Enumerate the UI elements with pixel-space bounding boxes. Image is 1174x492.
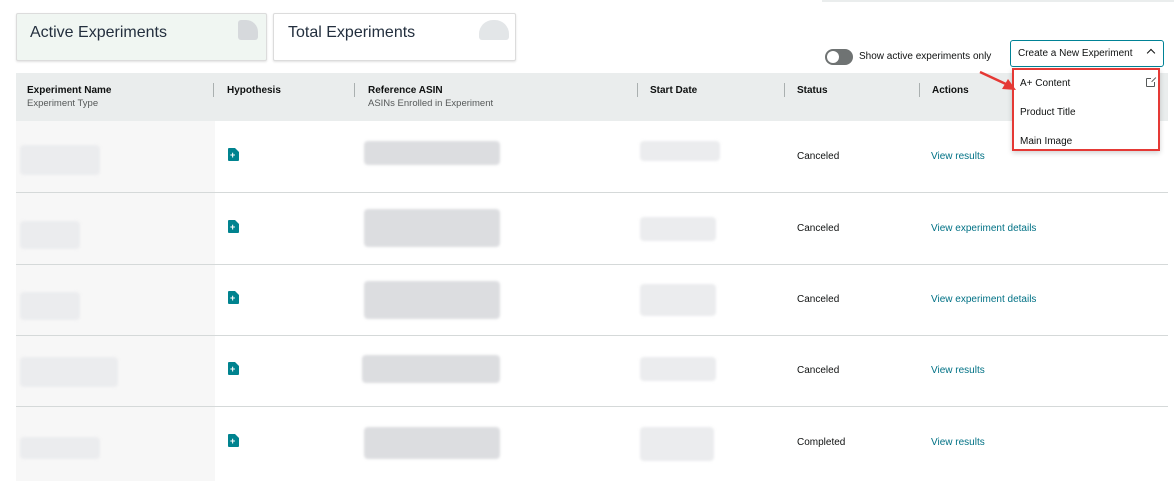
add-hypothesis-icon[interactable]: +: [228, 148, 239, 161]
table-row: + Canceled View results: [16, 335, 1168, 407]
redacted-date: [640, 217, 716, 241]
card-graphic-icon: [238, 20, 258, 40]
header-actions: Actions: [932, 85, 969, 96]
header-actions-label: Actions: [932, 85, 969, 96]
toggle-knob: [827, 51, 839, 63]
create-experiment-button[interactable]: Create a New Experiment: [1010, 40, 1164, 67]
card-graphic-icon: [479, 20, 509, 40]
header-hypothesis[interactable]: Hypothesis: [227, 85, 281, 96]
red-arrow-annotation: [979, 70, 1016, 90]
status-cell: Canceled: [797, 365, 840, 376]
column-divider: [213, 83, 214, 97]
column-divider: [637, 83, 638, 97]
create-experiment-menu: A+ Content Product Title Main Image: [1012, 68, 1160, 151]
redacted-name: [20, 357, 118, 387]
add-hypothesis-icon[interactable]: +: [228, 220, 239, 233]
active-experiments-title: Active Experiments: [30, 24, 167, 41]
status-cell: Completed: [797, 437, 846, 448]
header-name-label: Experiment Name: [27, 85, 112, 96]
redacted-date: [640, 427, 714, 461]
header-reference-asin[interactable]: Reference ASIN ASINs Enrolled in Experim…: [368, 85, 493, 109]
header-hypothesis-label: Hypothesis: [227, 85, 281, 96]
redacted-date: [640, 357, 716, 381]
redacted-asin: [364, 141, 500, 165]
menu-item-main-image[interactable]: Main Image: [1020, 136, 1072, 152]
row-action-link[interactable]: View experiment details: [931, 223, 1036, 234]
redacted-name: [20, 221, 80, 249]
total-experiments-title: Total Experiments: [288, 24, 416, 41]
active-only-toggle[interactable]: [825, 49, 853, 65]
row-action-link[interactable]: View results: [931, 437, 985, 448]
top-divider: [822, 0, 1174, 2]
active-only-toggle-label: Show active experiments only: [859, 51, 992, 62]
header-start-label: Start Date: [650, 85, 698, 96]
table-row: + Canceled View experiment details: [16, 193, 1168, 265]
column-divider: [919, 83, 920, 97]
status-cell: Canceled: [797, 294, 840, 305]
header-asin-label: Reference ASIN: [368, 85, 443, 96]
row-action-link[interactable]: View results: [931, 151, 985, 162]
header-start-date[interactable]: Start Date: [650, 85, 697, 96]
add-hypothesis-icon[interactable]: +: [228, 362, 239, 375]
redacted-name: [20, 292, 80, 320]
table-row: + Canceled View experiment details: [16, 264, 1168, 336]
row-action-link[interactable]: View results: [931, 365, 985, 376]
header-status-label: Status: [797, 85, 828, 96]
status-cell: Canceled: [797, 223, 840, 234]
add-hypothesis-icon[interactable]: +: [228, 291, 239, 304]
total-experiments-card[interactable]: Total Experiments: [273, 13, 516, 61]
redacted-date: [640, 141, 720, 161]
redacted-name: [20, 437, 100, 459]
redacted-asin: [364, 427, 500, 459]
header-experiment-name[interactable]: Experiment Name Experiment Type: [27, 85, 111, 109]
chevron-up-icon: [1146, 48, 1156, 58]
table-row: + Completed View results: [16, 407, 1168, 479]
header-name-sub: Experiment Type: [27, 98, 99, 109]
header-asin-sub: ASINs Enrolled in Experiment: [368, 98, 494, 109]
status-cell: Canceled: [797, 151, 840, 162]
row-action-link[interactable]: View experiment details: [931, 294, 1036, 305]
create-experiment-label: Create a New Experiment: [1018, 48, 1133, 59]
table-row: + Canceled View results: [16, 121, 1168, 193]
active-experiments-card[interactable]: Active Experiments: [16, 13, 267, 61]
header-status[interactable]: Status: [797, 85, 828, 96]
column-divider: [354, 83, 355, 97]
menu-item-aplus-content[interactable]: A+ Content: [1020, 78, 1070, 94]
add-hypothesis-icon[interactable]: +: [228, 434, 239, 447]
redacted-asin: [362, 355, 500, 383]
redacted-asin: [364, 281, 500, 319]
menu-item-product-title[interactable]: Product Title: [1020, 107, 1076, 123]
redacted-asin: [364, 209, 500, 247]
redacted-date: [640, 284, 716, 316]
redacted-name: [20, 145, 100, 175]
external-link-icon: [1146, 76, 1157, 87]
column-divider: [784, 83, 785, 97]
